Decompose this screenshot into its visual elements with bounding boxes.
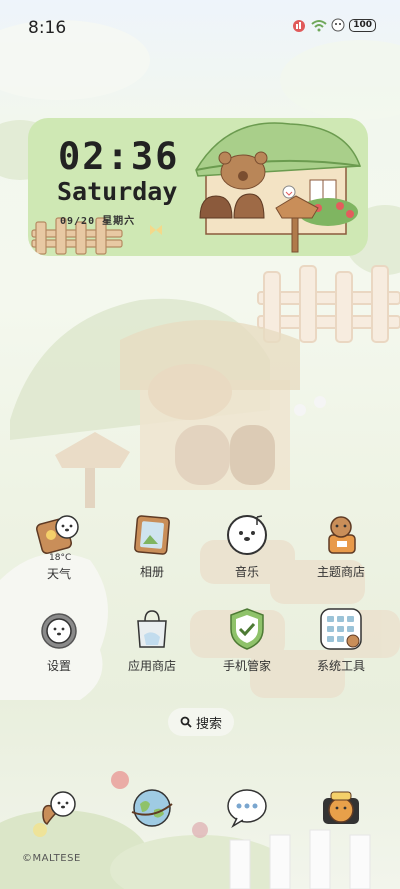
dock-browser[interactable]: [110, 784, 194, 832]
app-system-tools[interactable]: 系统工具: [299, 605, 383, 674]
app-settings-label: 设置: [46, 659, 71, 673]
widget-date: 09/20 星期六: [60, 216, 136, 227]
music-dog-icon: [227, 515, 267, 555]
camera-dog-icon: [323, 791, 359, 824]
weather-temperature: 18°C: [49, 553, 72, 563]
signal-icon: [293, 20, 306, 32]
app-gallery-label: 相册: [139, 565, 164, 579]
app-phone-manager-label: 手机管家: [222, 659, 271, 673]
app-phone-manager[interactable]: 手机管家: [205, 605, 289, 674]
copyright-text: ©MALTESE: [22, 853, 81, 864]
settings-dog-gear-icon: [41, 613, 77, 649]
app-theme-store[interactable]: 主题商店: [299, 511, 383, 580]
messages-bubble-icon: [227, 789, 267, 828]
app-weather[interactable]: [17, 511, 101, 559]
phone-dog-icon: [42, 791, 76, 825]
app-settings[interactable]: 设置: [17, 605, 101, 674]
weather-dog-icon: [36, 515, 79, 554]
app-gallery[interactable]: 相册: [110, 511, 194, 580]
dock-messages[interactable]: [205, 784, 289, 832]
app-store-bag-icon: [137, 610, 167, 648]
photo-frame-icon: [134, 515, 170, 555]
wifi-icon: [311, 20, 327, 32]
battery-indicator: 100: [349, 18, 376, 32]
theme-store-dog-icon: [328, 516, 356, 554]
status-time: 8:16: [28, 18, 67, 38]
browser-globe-icon: [131, 789, 173, 827]
widget-clock-time: 02:36: [58, 135, 180, 178]
status-icons: 100: [291, 18, 376, 32]
app-theme-store-label: 主题商店: [316, 565, 365, 579]
widget-weekday: Saturday: [57, 177, 178, 206]
dock-camera[interactable]: [299, 784, 383, 832]
status-bar: 8:16 100: [0, 0, 400, 56]
search-button[interactable]: 搜索: [168, 708, 234, 736]
app-app-store[interactable]: 应用商店: [110, 605, 194, 674]
dog-status-icon: [331, 18, 345, 32]
app-system-tools-label: 系统工具: [316, 659, 365, 673]
phone-manager-shield-icon: [230, 608, 264, 650]
search-icon: [180, 716, 192, 728]
app-music[interactable]: 音乐: [205, 511, 289, 580]
app-app-store-label: 应用商店: [127, 659, 176, 673]
app-weather-label: 天气: [46, 567, 71, 581]
dock-phone[interactable]: [17, 784, 101, 832]
search-label: 搜索: [195, 716, 222, 732]
app-music-label: 音乐: [234, 565, 259, 579]
system-tools-folder-icon: [320, 608, 362, 650]
